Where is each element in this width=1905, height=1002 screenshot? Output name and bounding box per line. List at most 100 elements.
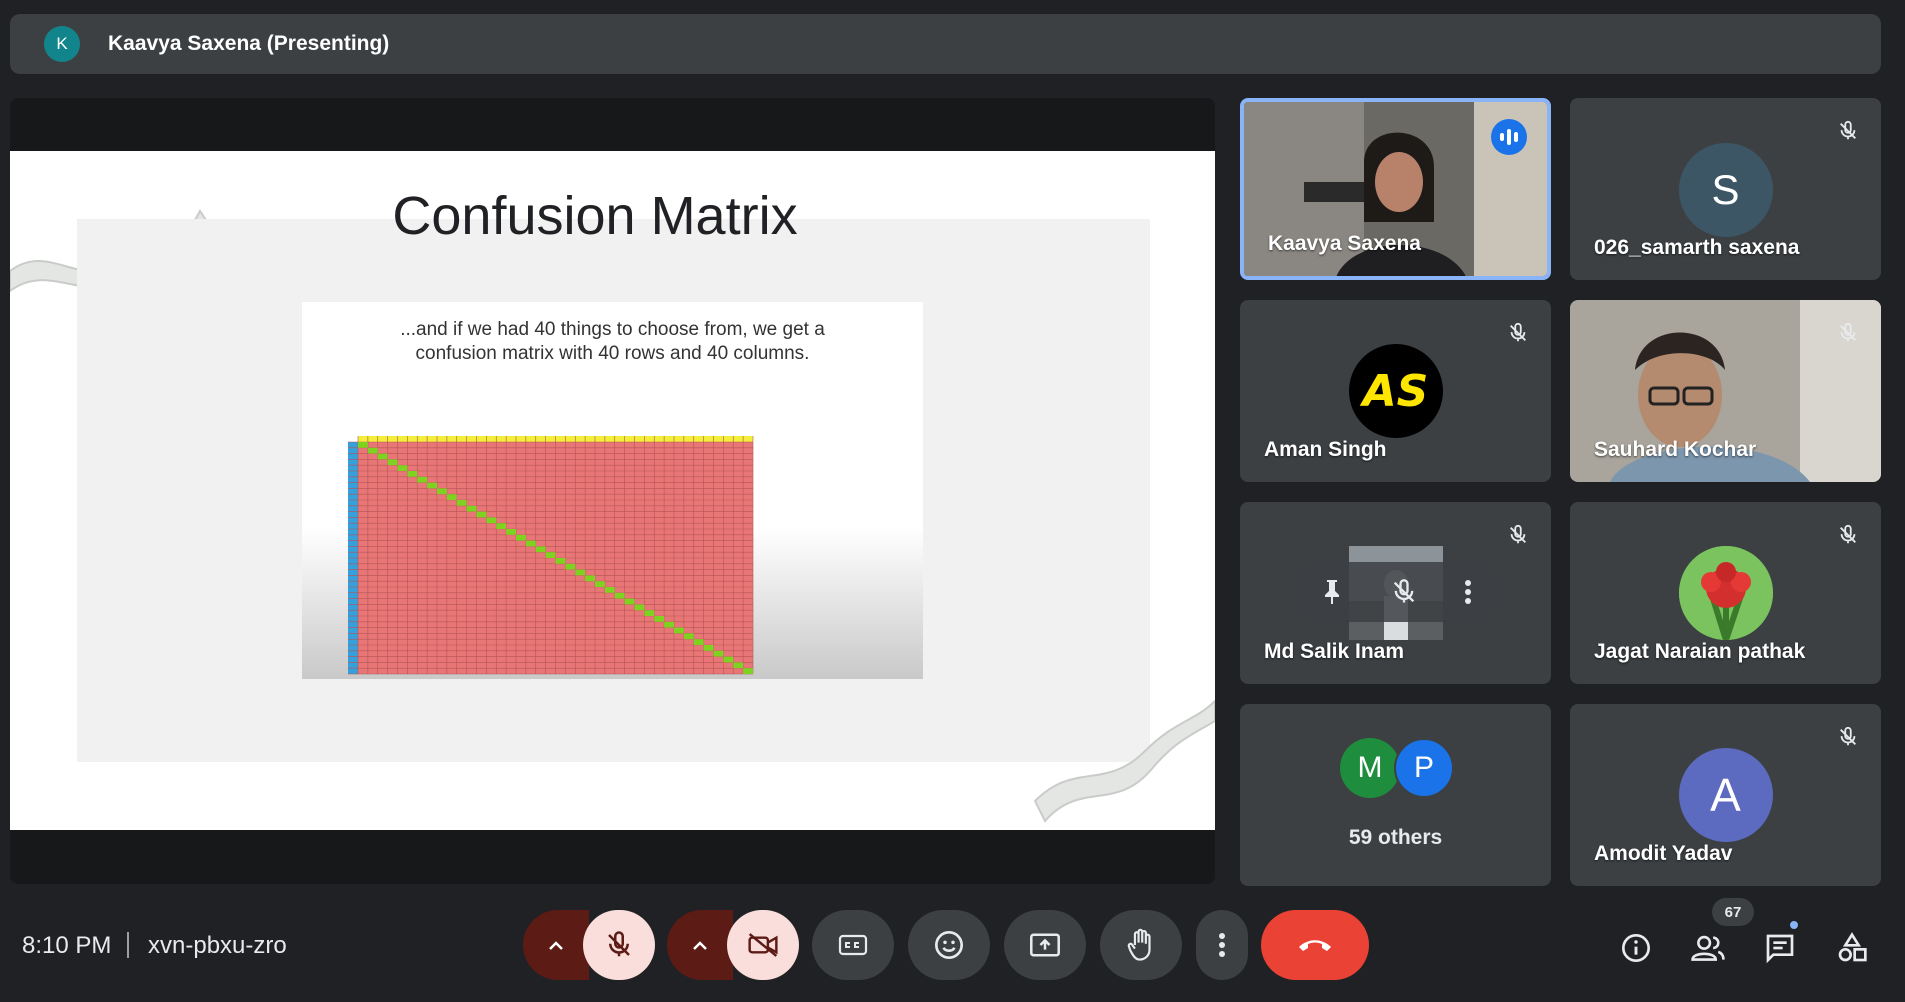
decorative-swirl-bottom: [1033, 699, 1215, 823]
participant-name: Md Salik Inam: [1264, 640, 1405, 663]
presenter-bar: K Kaavya Saxena (Presenting): [10, 14, 1881, 74]
matrix-diagonal-cell: [456, 500, 467, 506]
matrix-diagonal-cell: [555, 558, 566, 564]
matrix-diagonal-cell: [575, 569, 586, 576]
info-icon: [1622, 934, 1650, 962]
matrix-diagonal-cell: [407, 471, 418, 477]
matrix-diagonal-cell: [496, 523, 507, 529]
meeting-details-button[interactable]: [1616, 928, 1656, 968]
matrix-diagonal-cell: [664, 621, 674, 628]
camera-toggle-button[interactable]: [727, 910, 799, 980]
matrix-diagonal-cell: [535, 546, 546, 553]
matrix-diagonal-cell: [466, 505, 477, 512]
others-avatar-2: P: [1394, 738, 1454, 798]
chat-button[interactable]: [1760, 928, 1800, 968]
participants-count-badge: 67: [1712, 898, 1754, 926]
logo-text: AS: [1362, 365, 1429, 417]
mic-off-icon: [1833, 520, 1863, 550]
people-button[interactable]: [1688, 928, 1728, 968]
mic-off-icon: [1503, 318, 1533, 348]
participant-tile-others[interactable]: M P 59 others: [1240, 704, 1551, 886]
others-avatar-1: M: [1340, 738, 1400, 798]
mic-off-icon: [608, 931, 630, 957]
matrix-diagonal-cell: [417, 476, 428, 483]
presentation-stage[interactable]: Confusion Matrix ...and if we had 40 thi…: [10, 98, 1215, 884]
more-options-icon[interactable]: [1464, 578, 1472, 606]
slide-title: Confusion Matrix: [392, 186, 798, 246]
chat-icon: [1766, 934, 1794, 964]
matrix-diagonal-cell: [358, 442, 368, 448]
mic-off-icon: [1833, 116, 1863, 146]
matrix-diagonal-cell: [377, 453, 388, 460]
participant-tile-kaavya[interactable]: Kaavya Saxena: [1240, 98, 1551, 280]
presenter-label: Kaavya Saxena (Presenting): [108, 32, 390, 55]
mic-off-icon: [1503, 520, 1533, 550]
slide-caption: ...and if we had 40 things to choose fro…: [302, 318, 923, 366]
audio-options-button[interactable]: [523, 910, 589, 980]
matrix-diagonal-cell: [565, 563, 576, 570]
more-options-button[interactable]: [1196, 910, 1248, 980]
matrix-diagonal-cell: [427, 482, 437, 489]
emoji-reactions-button[interactable]: [908, 910, 990, 980]
tile-hover-controls: [1296, 562, 1496, 622]
matrix-diagonal-cell: [585, 575, 595, 582]
pin-icon[interactable]: [1320, 578, 1344, 606]
people-icon: [1691, 935, 1725, 961]
participant-tile-sauhard[interactable]: Sauhard Kochar: [1570, 300, 1881, 482]
confusion-matrix-grid: [348, 436, 754, 675]
slide-caption-line-2: confusion matrix with 40 rows and 40 col…: [415, 343, 810, 364]
captions-button[interactable]: [812, 910, 894, 980]
video-options-button[interactable]: [667, 910, 733, 980]
mute-participant-icon[interactable]: [1390, 578, 1418, 606]
matrix-diagonal-cell: [506, 529, 516, 535]
matrix-diagonal-cell: [723, 656, 734, 663]
chevron-up-icon: [549, 941, 563, 950]
leave-call-button[interactable]: [1261, 910, 1369, 980]
participant-avatar: S: [1678, 143, 1773, 237]
participant-tile-jagat[interactable]: Jagat Naraian pathak: [1570, 502, 1881, 684]
participant-photo: [1678, 546, 1773, 640]
emoji-icon: [935, 931, 963, 959]
participant-tile-amodit[interactable]: A Amodit Yadav: [1570, 704, 1881, 886]
matrix-diagonal-cell: [595, 581, 605, 587]
matrix-diagonal-cell: [693, 639, 704, 645]
participant-tile-samarth[interactable]: S 026_samarth saxena: [1570, 98, 1881, 280]
microphone-toggle-button[interactable]: [583, 910, 655, 980]
present-screen-button[interactable]: [1004, 910, 1086, 980]
mic-off-icon: [1833, 722, 1863, 752]
participant-tile-aman[interactable]: AS Aman Singh: [1240, 300, 1551, 482]
more-vert-icon: [1219, 933, 1225, 957]
matrix-diagonal-cell: [397, 465, 408, 471]
matrix-diagonal-cell: [624, 598, 635, 605]
meeting-code: xvn-pbxu-zro: [148, 932, 287, 959]
participant-tile-salik[interactable]: Md Salik Inam: [1240, 502, 1551, 684]
participant-name: Amodit Yadav: [1594, 842, 1733, 865]
slide-caption-line-1: ...and if we had 40 things to choose fro…: [400, 319, 825, 340]
participant-logo: AS: [1348, 344, 1443, 438]
camera-off-icon: [748, 933, 778, 957]
matrix-diagonal-cell: [367, 447, 378, 454]
activities-icon: [1838, 932, 1867, 962]
matrix-diagonal-cell: [703, 645, 714, 651]
raise-hand-button[interactable]: [1100, 910, 1182, 980]
activities-button[interactable]: [1832, 928, 1872, 968]
participant-name: 026_samarth saxena: [1594, 236, 1800, 259]
matrix-diagonal-cell: [437, 488, 447, 495]
matrix-diagonal-cell: [476, 511, 487, 518]
matrix-diagonal-cell: [713, 650, 724, 657]
matrix-diagonal-cell: [387, 459, 398, 466]
captions-icon: [838, 934, 868, 956]
matrix-diagonal-cell: [614, 592, 625, 599]
chat-notification-dot: [1788, 919, 1800, 931]
matrix-diagonal-cell: [674, 627, 684, 634]
mic-off-icon: [1833, 318, 1863, 348]
slide-figure: ...and if we had 40 things to choose fro…: [302, 302, 923, 679]
matrix-diagonal-cell: [644, 610, 655, 616]
matrix-diagonal-cell: [525, 540, 536, 547]
present-icon: [1030, 933, 1060, 957]
meeting-time: 8:10 PM: [22, 932, 112, 959]
participant-name: Jagat Naraian pathak: [1594, 640, 1806, 663]
presenter-avatar: K: [44, 26, 80, 62]
participant-avatar: A: [1678, 748, 1773, 842]
matrix-diagonal-cell: [516, 534, 526, 541]
